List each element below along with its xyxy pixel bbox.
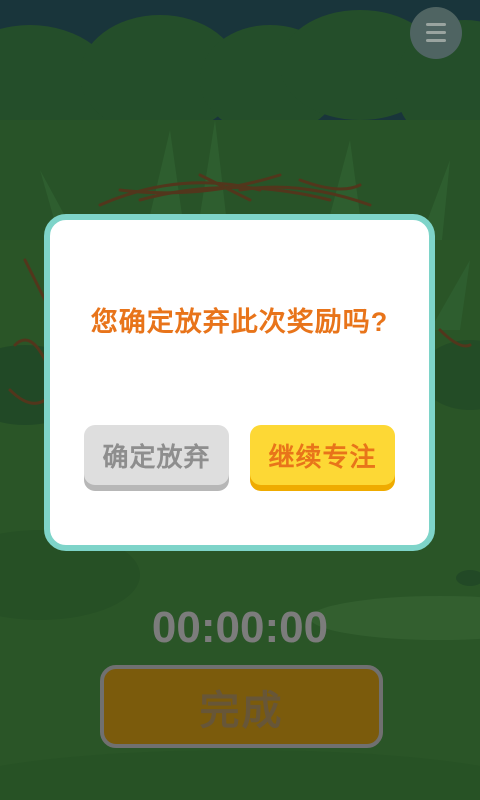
finish-button[interactable]: 完成 [100, 665, 383, 748]
confirm-dialog: 您确定放弃此次奖励吗? 确定放弃 继续专注 [44, 214, 435, 551]
confirm-give-up-button[interactable]: 确定放弃 [84, 425, 229, 485]
menu-icon-bar [426, 23, 446, 26]
continue-focus-button[interactable]: 继续专注 [250, 425, 395, 485]
menu-icon-bar [426, 31, 446, 34]
menu-icon-bar [426, 39, 446, 42]
menu-button[interactable] [410, 7, 462, 59]
dialog-question: 您确定放弃此次奖励吗? [90, 307, 389, 337]
timer-display: 00:00:00 [151, 603, 329, 652]
